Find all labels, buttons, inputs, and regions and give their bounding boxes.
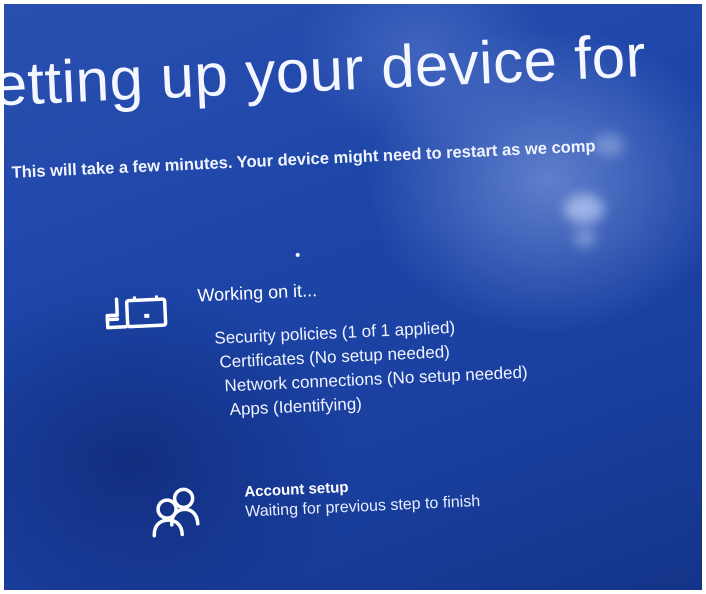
page-title: etting up your device for: [4, 21, 648, 119]
progress-dot: [295, 252, 300, 258]
page-subtitle: This will take a few minutes. Your devic…: [11, 137, 596, 182]
setup-content: etting up your device for This will take…: [4, 4, 702, 589]
account-setup-title: Account setup: [244, 478, 349, 501]
device-status-text: Working on it...: [196, 280, 318, 306]
people-icon: [152, 487, 200, 538]
setup-screen: etting up your device for This will take…: [4, 4, 702, 590]
device-setup-icon: [105, 295, 168, 330]
device-steps-list: Security policies (1 of 1 applied) Certi…: [214, 313, 529, 423]
